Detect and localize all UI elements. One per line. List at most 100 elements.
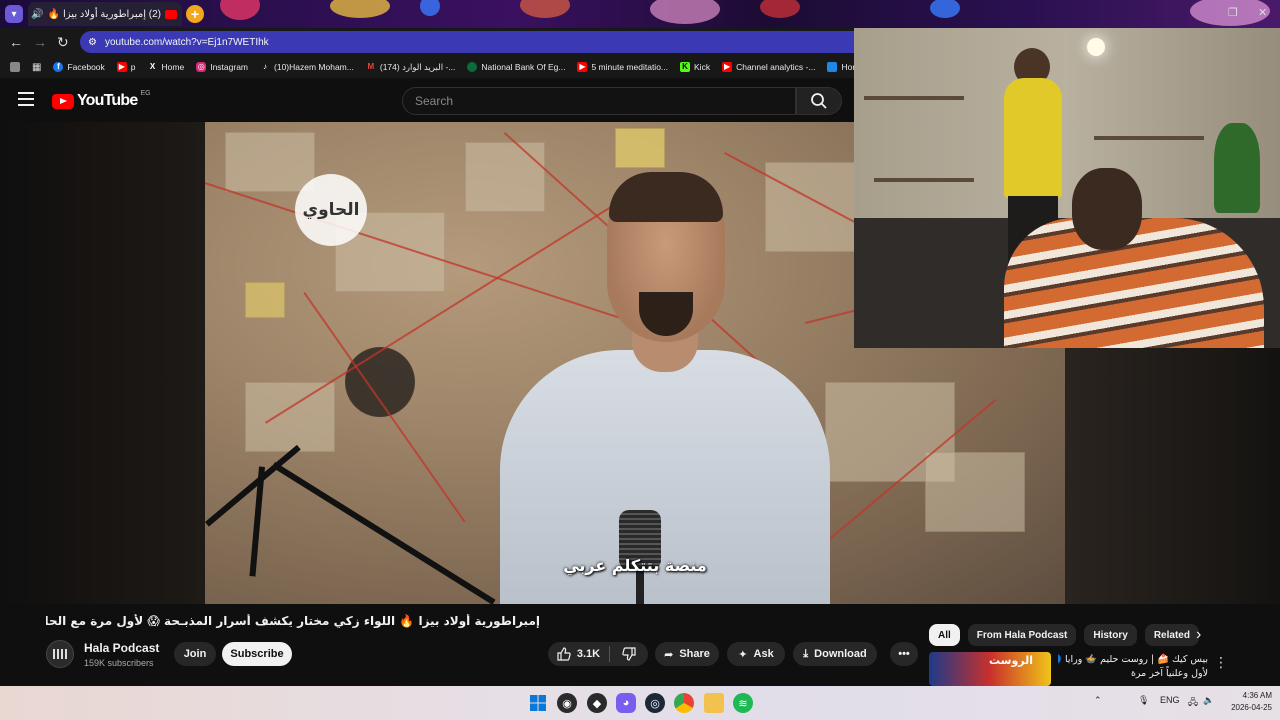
ask-button[interactable]: ✦ Ask [727, 642, 785, 666]
bookmark-label: Home [161, 62, 185, 72]
thumbs-down-icon [622, 647, 636, 661]
bookmark-home[interactable]: Home - [821, 62, 855, 72]
bookmark-label: Kick [694, 62, 711, 72]
facebook-icon: f [53, 62, 64, 72]
url-field[interactable]: ⚙ youtube.com/watch?v=Ej1n7WETIhk [80, 31, 855, 53]
reload-icon[interactable]: ↻ [57, 34, 69, 51]
youtube-header: YouTube EG [0, 78, 855, 122]
channel-avatar[interactable] [46, 640, 74, 668]
tab-search-dropdown-icon[interactable]: ▾ [5, 5, 23, 23]
dislike-button[interactable] [610, 642, 648, 666]
sidebar-toggle-icon[interactable] [4, 62, 26, 72]
more-actions-button[interactable]: ••• [890, 642, 918, 666]
apps-grid-icon[interactable]: ▦ [26, 62, 47, 73]
window-close-icon[interactable]: ✕ [1258, 6, 1267, 19]
player-background-right [1064, 348, 1280, 604]
bookmark-kick[interactable]: K Kick [674, 62, 716, 72]
thumbs-up-icon [557, 647, 571, 661]
tray-overflow-icon[interactable]: ⌃ [1094, 695, 1102, 706]
rec-title-line1: بيس كيك 🍰 | روست حليم 🍲 ورايا 🔵 [1058, 654, 1208, 665]
youtube-icon: ▶ [722, 62, 733, 72]
spotify-icon[interactable]: ≋ [733, 693, 753, 713]
youtube-favicon-icon [165, 9, 177, 19]
download-icon: ⤓ [803, 647, 809, 660]
menu-icon[interactable] [18, 92, 34, 106]
app-icon[interactable]: ◆ [587, 693, 607, 713]
bookmark-meditation[interactable]: ▶ 5 minute meditatio... [571, 62, 674, 72]
clock-date: 2026-04-25 [1231, 703, 1272, 712]
chip-related[interactable]: Related [1144, 624, 1199, 646]
bookmark-bank[interactable]: National Bank Of Eg... [461, 62, 571, 72]
new-tab-button[interactable]: + [186, 5, 204, 23]
recommended-video-title[interactable]: بيس كيك 🍰 | روست حليم 🍲 ورايا 🔵 لأول وعل… [1058, 653, 1208, 681]
chip-from-hala-podcast[interactable]: From Hala Podcast [967, 624, 1077, 646]
language-indicator[interactable]: ENG [1160, 695, 1180, 705]
discord-icon[interactable]: ◕ [616, 693, 636, 713]
app-icon[interactable]: ◉ [557, 693, 577, 713]
join-button[interactable]: Join [174, 642, 216, 666]
address-bar: ← → ↻ ⚙ youtube.com/watch?v=Ej1n7WETIhk [0, 28, 855, 56]
forward-icon[interactable]: → [33, 34, 47, 50]
bookmark-facebook[interactable]: f Facebook [47, 62, 110, 72]
network-icon[interactable]: 🖧 [1188, 695, 1198, 711]
video-title: إمبراطورية أولاد بيزا 🔥 اللواء زكي مختار… [46, 614, 540, 628]
instagram-icon: ◎ [196, 62, 207, 72]
volume-icon[interactable]: 🔈 [1203, 695, 1214, 706]
steam-icon[interactable]: ◎ [645, 693, 665, 713]
bookmark-label: 5 minute meditatio... [591, 62, 669, 72]
file-explorer-icon[interactable] [704, 693, 724, 713]
back-icon[interactable]: ← [9, 34, 23, 50]
youtube-wordmark: YouTube [77, 92, 138, 109]
country-code: EG [140, 89, 151, 97]
kick-icon: K [680, 62, 691, 72]
system-clock[interactable]: 4:36 AM 2026-04-25 [1222, 690, 1272, 714]
like-dislike-group: 3.1K [548, 642, 648, 666]
more-vertical-icon[interactable]: ⋮ [1214, 654, 1228, 671]
channel-name[interactable]: Hala Podcast [84, 641, 159, 655]
bookmark-label: (174) البريد الوارد -... [379, 61, 456, 72]
like-button[interactable]: 3.1K [548, 642, 609, 666]
active-browser-tab[interactable]: (2) إمبراطورية أولاد بيزا 🔥 🔊 ✕ [28, 2, 182, 26]
youtube-logo[interactable]: YouTube EG [52, 89, 151, 110]
bookmark-instagram[interactable]: ◎ Instagram [190, 62, 254, 72]
search-icon [811, 93, 827, 109]
ask-label: Ask [753, 648, 774, 660]
share-label: Share [679, 648, 710, 660]
bookmark-gmail[interactable]: M (174) البريد الوارد -... [360, 62, 462, 73]
window-restore-icon[interactable]: ❐ [1228, 6, 1238, 19]
bookmark-label: p [130, 62, 136, 72]
like-count: 3.1K [576, 648, 601, 660]
bookmark-tiktok[interactable]: ♪ (10)Hazem Moham... [254, 62, 360, 72]
chip-history[interactable]: History [1084, 624, 1137, 646]
url-text: youtube.com/watch?v=Ej1n7WETIhk [104, 36, 269, 48]
start-icon[interactable] [528, 693, 548, 713]
chevron-right-icon[interactable]: › [1196, 626, 1201, 644]
youtube-icon: ▶ [116, 62, 127, 72]
chrome-icon[interactable] [674, 693, 694, 713]
search-input[interactable] [415, 94, 795, 108]
download-button[interactable]: ⤓ Download [793, 642, 877, 666]
sheets-icon [827, 62, 838, 72]
bookmark-label: Home - [841, 62, 855, 72]
download-label: Download [814, 648, 867, 660]
bookmark-label: Channel analytics -... [736, 62, 816, 72]
browser-tab-bar: ▾ (2) إمبراطورية أولاد بيزا 🔥 🔊 ✕ + ❐ ✕ [0, 0, 1280, 28]
chip-all[interactable]: All [929, 624, 960, 646]
recommendation-chips: All From Hala Podcast History Related [929, 624, 1199, 646]
site-info-icon[interactable]: ⚙ [88, 37, 97, 48]
bookmark-label: Facebook [67, 62, 105, 72]
screen: ▾ (2) إمبراطورية أولاد بيزا 🔥 🔊 ✕ + ❐ ✕ … [0, 0, 1280, 720]
subscribe-button[interactable]: Subscribe [222, 642, 292, 666]
recommended-video-thumbnail[interactable]: الروست [929, 652, 1051, 686]
clock-time: 4:36 AM [1242, 691, 1272, 700]
microphone-icon[interactable]: 🎙 [1138, 695, 1149, 706]
bookmarks-bar: ▦ f Facebook ▶ p X Home ◎ Instagram ♪ (10)Haz… [0, 56, 855, 78]
bookmark-channel-analytics[interactable]: ▶ Channel analytics -... [716, 62, 821, 72]
share-button[interactable]: ➦ Share [655, 642, 719, 666]
windows-taskbar: ◉ ◆ ◕ ◎ ≋ ⌃ 🎙 ENG 🖧 🔈 4:36 AM 2026-04-25 [0, 686, 1280, 720]
bookmark-p[interactable]: ▶ p [111, 62, 142, 72]
bookmark-x-home[interactable]: X Home [142, 62, 191, 72]
thumbnail-text: الروست [989, 654, 1034, 667]
rec-title-line2: لأول وعلنياً آخر مرة [1130, 668, 1208, 679]
search-button[interactable] [796, 87, 842, 115]
